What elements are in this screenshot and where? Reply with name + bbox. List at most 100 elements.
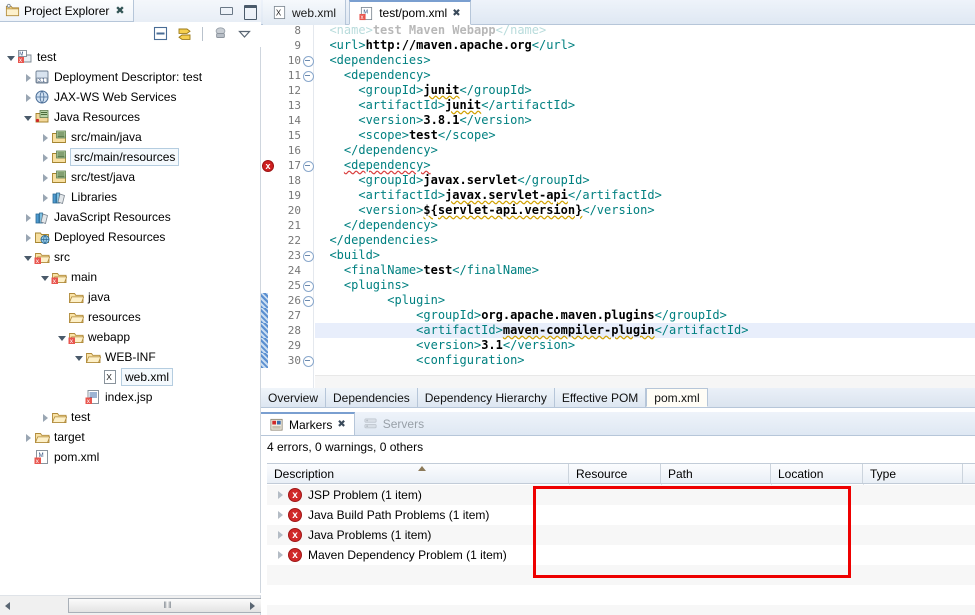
tree-item-main[interactable]: x main: [0, 267, 260, 287]
expand-arrow-icon[interactable]: [74, 352, 85, 363]
view-menu-icon[interactable]: [236, 25, 253, 42]
tree-item-index-jsp[interactable]: x index.jsp: [0, 387, 260, 407]
expand-arrow-icon[interactable]: [23, 432, 34, 443]
expand-arrow-icon[interactable]: [40, 412, 51, 423]
markers-column-resource[interactable]: Resource: [569, 464, 661, 483]
expand-arrow-icon[interactable]: [57, 332, 68, 343]
fold-collapse-icon[interactable]: [303, 68, 314, 83]
expand-arrow-icon[interactable]: [40, 192, 51, 203]
expand-arrow-icon[interactable]: [23, 232, 34, 243]
tree-item-webapp[interactable]: x webapp: [0, 327, 260, 347]
expand-arrow-icon[interactable]: [23, 112, 34, 123]
fold-collapse-icon[interactable]: [303, 353, 314, 368]
code-line[interactable]: <plugins>: [315, 278, 975, 293]
tree-item-test[interactable]: Mx test: [0, 47, 260, 67]
fold-collapse-icon[interactable]: [303, 53, 314, 68]
project-tree[interactable]: Mx test 3.1 Deployment Descriptor: test JAX-…: [0, 47, 261, 593]
code-line[interactable]: <plugin>: [315, 293, 975, 308]
code-line[interactable]: <version>3.1</version>: [315, 338, 975, 353]
pom-page-tab-overview[interactable]: Overview: [261, 388, 327, 407]
tree-item-src-main-resources[interactable]: src/main/resources: [0, 147, 260, 167]
code-line[interactable]: </dependencies>: [315, 233, 975, 248]
tree-item-test[interactable]: test: [0, 407, 260, 427]
expand-arrow-icon[interactable]: [40, 132, 51, 143]
markers-column-location[interactable]: Location: [771, 464, 863, 483]
pom-page-tab-effective-pom[interactable]: Effective POM: [554, 388, 647, 407]
editor-tab-web-xml[interactable]: Xweb.xml: [263, 0, 347, 25]
expand-arrow-icon[interactable]: [23, 92, 34, 103]
code-line[interactable]: <scope>test</scope>: [315, 128, 975, 143]
hscroll-track[interactable]: ‖‖: [16, 597, 268, 615]
pom-xml-source-editor[interactable]: 8 9 10 11 12 13 14 15 16 17 x 18 19 20 21 22 23 24 25 26 27 2…: [261, 25, 975, 388]
code-line[interactable]: <build>: [315, 248, 975, 263]
markers-column-type[interactable]: Type: [863, 464, 963, 483]
tree-item-java-resources[interactable]: Java Resources: [0, 107, 260, 127]
tree-item-java[interactable]: java: [0, 287, 260, 307]
expand-arrow-icon[interactable]: [23, 252, 34, 263]
maximize-button[interactable]: [242, 3, 257, 20]
focus-on-active-task-icon[interactable]: [212, 25, 229, 42]
tree-item-deployed-resources[interactable]: Deployed Resources: [0, 227, 260, 247]
expand-arrow-icon[interactable]: [23, 72, 34, 83]
link-with-editor-icon[interactable]: [176, 25, 193, 42]
code-line[interactable]: <url>http://maven.apache.org</url>: [315, 38, 975, 53]
code-line[interactable]: <groupId>javax.servlet</groupId>: [315, 173, 975, 188]
fold-collapse-icon[interactable]: [303, 248, 314, 263]
project-explorer-tab[interactable]: Project Explorer ✖: [0, 0, 134, 22]
tree-item-resources[interactable]: resources: [0, 307, 260, 327]
code-line[interactable]: <dependency>: [315, 68, 975, 83]
code-line[interactable]: <configuration>: [315, 353, 975, 368]
fold-collapse-icon[interactable]: [303, 278, 314, 293]
code-line[interactable]: <artifactId>maven-compiler-plugin</artif…: [315, 323, 975, 338]
code-line[interactable]: <finalName>test</finalName>: [315, 263, 975, 278]
code-line[interactable]: <artifactId>javax.servlet-api</artifactI…: [315, 188, 975, 203]
tree-item-target[interactable]: target: [0, 427, 260, 447]
hscroll-thumb[interactable]: ‖‖: [68, 597, 268, 613]
code-line[interactable]: <name>test Maven Webapp</name>: [315, 25, 975, 36]
scroll-left-arrow-icon[interactable]: [0, 597, 16, 615]
tree-item-web-xml[interactable]: Xweb.xml: [0, 367, 260, 387]
expand-arrow-icon[interactable]: [40, 172, 51, 183]
markers-column-path[interactable]: Path: [661, 464, 771, 483]
code-line[interactable]: </dependency>: [315, 218, 975, 233]
expand-arrow-icon[interactable]: [40, 152, 51, 163]
editor-tab-test-pom-xml[interactable]: Mx test/pom.xml ✖: [349, 0, 471, 25]
minimize-button[interactable]: [218, 3, 233, 18]
expand-arrow-icon[interactable]: [275, 529, 288, 542]
project-explorer-hscrollbar[interactable]: ‖‖: [0, 595, 268, 615]
pom-page-tab-dependency-hierarchy[interactable]: Dependency Hierarchy: [417, 388, 555, 407]
fold-collapse-icon[interactable]: [303, 293, 314, 308]
code-line[interactable]: <artifactId>junit</artifactId>: [315, 98, 975, 113]
marker-row[interactable]: x Java Problems (1 item): [267, 525, 975, 545]
marker-description-cell[interactable]: x Maven Dependency Problem (1 item): [267, 548, 569, 562]
tree-item-libraries[interactable]: Libraries: [0, 187, 260, 207]
pom-page-tab-dependencies[interactable]: Dependencies: [326, 388, 418, 407]
close-icon[interactable]: ✖: [337, 419, 345, 430]
close-icon[interactable]: ✖: [115, 4, 124, 17]
tree-item-pom-xml[interactable]: Mx pom.xml: [0, 447, 260, 467]
tree-item-javascript-resources[interactable]: JavaScript Resources: [0, 207, 260, 227]
scroll-right-arrow-icon[interactable]: [244, 597, 260, 615]
tree-item-src-test-java[interactable]: src/test/java: [0, 167, 260, 187]
markers-table[interactable]: x JSP Problem (1 item) x Java Build Path Pr…: [267, 485, 975, 615]
expand-arrow-icon[interactable]: [275, 509, 288, 522]
code-line[interactable]: <dependencies>: [315, 53, 975, 68]
marker-row[interactable]: x Java Build Path Problems (1 item): [267, 505, 975, 525]
editor-code-area[interactable]: <name>test Maven Webapp</name> <url>http…: [315, 25, 975, 388]
tree-item-deployment-descriptor-test[interactable]: 3.1 Deployment Descriptor: test: [0, 67, 260, 87]
expand-arrow-icon[interactable]: [40, 272, 51, 283]
expand-arrow-icon[interactable]: [6, 52, 17, 63]
error-marker-icon[interactable]: x: [262, 160, 274, 172]
expand-arrow-icon[interactable]: [23, 212, 34, 223]
fold-collapse-icon[interactable]: [303, 158, 314, 173]
bottom-tab-servers[interactable]: Servers: [355, 412, 432, 435]
code-line[interactable]: <version>3.8.1</version>: [315, 113, 975, 128]
tree-item-src[interactable]: x src: [0, 247, 260, 267]
code-line[interactable]: <groupId>org.apache.maven.plugins</group…: [315, 308, 975, 323]
tree-item-src-main-java[interactable]: src/main/java: [0, 127, 260, 147]
tree-item-jax-ws-web-services[interactable]: JAX-WS Web Services: [0, 87, 260, 107]
code-line[interactable]: <groupId>junit</groupId>: [315, 83, 975, 98]
marker-row[interactable]: x Maven Dependency Problem (1 item): [267, 545, 975, 565]
bottom-tab-markers[interactable]: Markers ✖: [261, 412, 355, 435]
marker-description-cell[interactable]: x JSP Problem (1 item): [267, 488, 569, 502]
